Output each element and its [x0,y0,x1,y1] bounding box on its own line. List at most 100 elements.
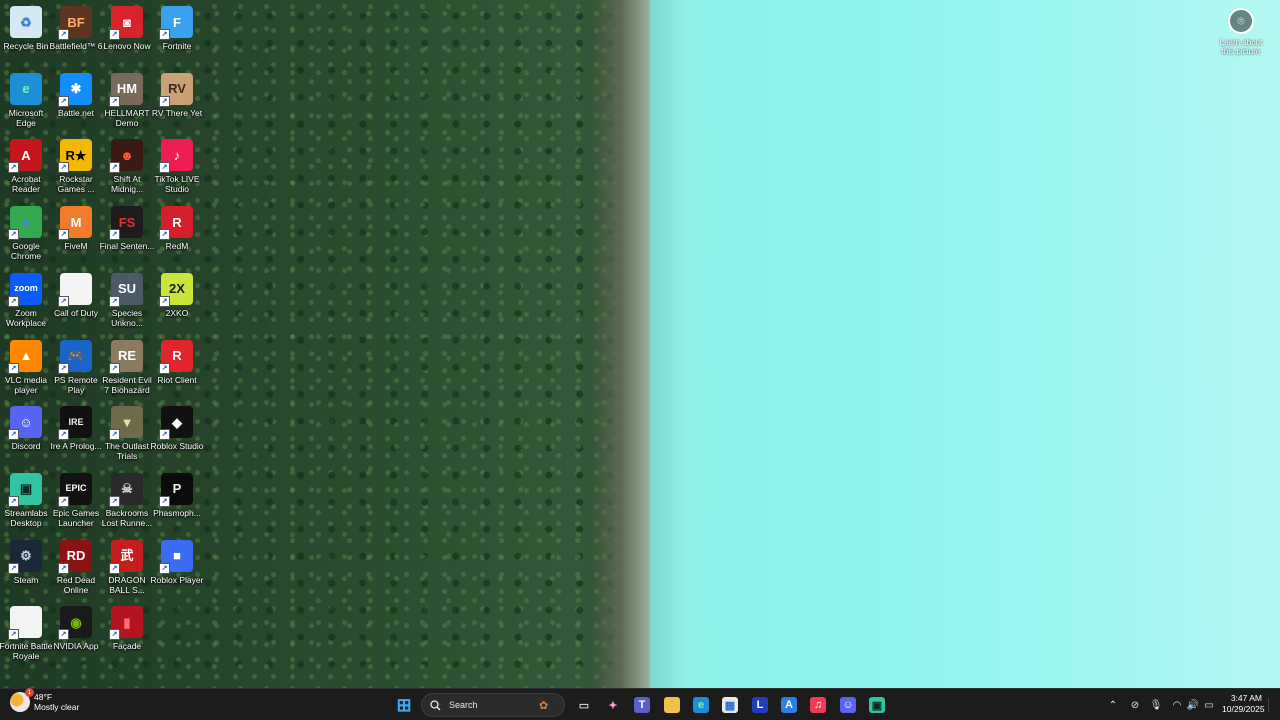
shortcut-arrow-icon: ↗ [159,29,170,40]
desktop-icon[interactable]: ☺ ↗ Discord [0,402,52,468]
desktop-icon[interactable]: 武 ↗ DRAGON BALL S... [101,536,153,602]
desktop-icon[interactable]: ☻ ↗ Shift At Midnig... [101,135,153,201]
taskbar-clock[interactable]: 3:47 AM 10/29/2025 [1222,693,1265,715]
shortcut-arrow-icon: ↗ [8,229,19,241]
desktop-icon[interactable]: RE ↗ Resident Evil 7 Biohazard [101,336,153,402]
desktop-icon[interactable]: ▲ ↗ VLC media player [0,336,52,402]
desktop-icon[interactable]: P ↗ Phasmoph... [151,469,203,535]
desktop-icon[interactable]: EPIC ↗ Epic Games Launcher [50,469,102,535]
facade-icon: ▮ ↗ [109,606,143,641]
music-button[interactable]: ♫ [807,694,829,716]
search-icon [430,699,441,710]
shortcut-arrow-icon: ↗ [8,629,19,641]
desktop-icon[interactable]: FS ↗ Final Senten... [99,202,155,268]
app-installer-button[interactable]: A [778,694,800,716]
start-button[interactable]: ⊞ [393,694,415,716]
desktop-icon[interactable]: ⚙ ↗ Steam [0,536,52,602]
volume-icon[interactable]: 🔊 [1185,697,1201,713]
teams-icon: T [634,697,650,713]
desktop-icon[interactable]: R ↗ Riot Client [151,336,203,402]
camera-off-icon[interactable]: ⊘ [1127,697,1143,713]
desktop-icon[interactable]: ◙ ↗ Lenovo Now [101,2,153,68]
learn-about-picture-button[interactable]: ⌾ Learn about this picture [1215,8,1267,56]
streamlabs-taskbar-button[interactable]: ▣ [866,694,888,716]
desktop-icon[interactable]: ↗ Fortnite Battle Royale [0,602,52,668]
desktop-icon[interactable]: ♪ ↗ TikTok LIVE Studio [151,135,203,201]
desktop-icon[interactable]: SU ↗ Species Unkno... [101,269,153,335]
lenovo-l-button[interactable]: L [749,694,771,716]
desktop-icon[interactable]: R ↗ RedM [151,202,203,268]
desktop-icon[interactable]: RV ↗ RV There Yet [151,69,203,135]
desktop-icon[interactable]: RD ↗ Red Dead Online [50,536,102,602]
desktop-icon[interactable]: ♻ Recycle Bin [0,2,52,68]
steam-icon: ⚙ ↗ [8,539,42,574]
desktop-icon-label: Rockstar Games ... [57,174,95,195]
desktop-icon[interactable]: ☠ ↗ Backrooms Lost Runne... [101,469,153,535]
desktop-icon[interactable]: ● ↗ Google Chrome [0,202,52,268]
desktop-icon[interactable]: IRE ↗ Ire A Prolog... [50,402,102,468]
riot-client-icon: R ↗ [159,339,193,374]
start-icon: ⊞ [396,694,412,715]
desktop-icon[interactable]: R★ ↗ Rockstar Games ... [50,135,102,201]
ps-remote-play-icon: 🎮 ↗ [58,339,92,374]
task-view-button[interactable]: ▭ [573,694,595,716]
desktop-icon-label: Zoom Workplace [6,307,46,328]
search-input[interactable] [447,699,539,711]
desktop-icon-label: Lenovo Now [103,41,151,51]
desktop-icon[interactable]: ▣ ↗ Streamlabs Desktop [0,469,52,535]
edge-icon: e [10,72,42,105]
desktop-icon[interactable]: zoom ↗ Zoom Workplace [0,269,52,335]
desktop-icon-label: Battlefield™ 6 [49,41,103,51]
desktop-icon-label: Recycle Bin [3,41,49,51]
chevron-up-icon[interactable]: ⌃ [1105,697,1121,713]
desktop-icon-label: Resident Evil 7 Biohazard [102,374,152,395]
shortcut-arrow-icon: ↗ [58,495,69,507]
desktop-icon[interactable]: e Microsoft Edge [0,69,52,135]
desktop-icon-label: Final Senten... [99,241,155,252]
desktop-icon[interactable]: ◆ ↗ Roblox Studio [151,402,203,468]
desktop-icon[interactable]: ▮ ↗ Façade [101,602,153,668]
shortcut-arrow-icon: ↗ [58,29,69,40]
shortcut-arrow-icon: ↗ [58,562,69,574]
copilot-button[interactable]: ✦ [602,694,624,716]
desktop-icon[interactable]: ◉ ↗ NVIDIA App [50,602,102,668]
desktop-icon-label: Riot Client [157,374,197,385]
desktop-icon-label: Call of Duty [54,307,98,318]
music-icon: ♫ [810,697,826,713]
microphone-icon[interactable]: 🎙 [1148,697,1164,713]
discord-taskbar-button[interactable]: ☺ [837,694,859,716]
battery-icon[interactable]: ▭ [1201,697,1217,713]
desktop-icon[interactable]: F ↗ Fortnite [151,2,203,68]
desktop-icon[interactable]: ↗ Call of Duty [50,269,102,335]
shortcut-arrow-icon: ↗ [58,162,69,174]
desktop-icon[interactable]: BF ↗ Battlefield™ 6 [50,2,102,68]
notification-bell-icon[interactable] [1268,698,1277,712]
taskbar-search-box[interactable]: ✿ [421,693,565,717]
epic-games-icon: EPIC ↗ [58,472,92,507]
shortcut-arrow-icon: ↗ [8,562,19,574]
desktop-icon-label: TikTok LIVE Studio [154,174,200,195]
task-view-icon: ▭ [578,699,590,712]
weather-condition: Mostly clear [34,702,80,712]
file-explorer-button[interactable]: ▬ [661,694,683,716]
desktop-icon[interactable]: ✱ ↗ Battle.net [50,69,102,135]
shortcut-arrow-icon: ↗ [109,495,120,507]
shortcut-arrow-icon: ↗ [109,162,120,174]
search-highlight-icon: ✿ [539,699,549,712]
weather-widget[interactable]: 1 48°F Mostly clear [10,688,80,712]
microsoft-store-button[interactable]: ▦ [719,694,741,716]
desktop-icon[interactable]: ▼ ↗ The Outlast Trials [101,402,153,468]
desktop-icon[interactable]: M ↗ FiveM [50,202,102,268]
desktop-icon[interactable]: ■ ↗ Roblox Player [151,536,203,602]
chrome-icon: ● ↗ [8,206,42,241]
desktop-icon[interactable]: HM ↗ HELLMART Demo [101,69,153,135]
shortcut-arrow-icon: ↗ [159,295,170,307]
desktop-icon[interactable]: 🎮 ↗ PS Remote Play [50,336,102,402]
desktop-icon[interactable]: 2X ↗ 2XKO [151,269,203,335]
teams-button[interactable]: T [631,694,653,716]
desktop-icon[interactable]: A ↗ Acrobat Reader [0,135,52,201]
wifi-icon[interactable]: ◠ [1169,697,1185,713]
tiktok-icon: ♪ ↗ [159,139,193,174]
desktop-icon-grid: ♻ Recycle Bin BF ↗ Battlefield™ 6 ◙ ↗ Lenovo No… [0,0,204,688]
edge-taskbar-button[interactable]: e [690,694,712,716]
